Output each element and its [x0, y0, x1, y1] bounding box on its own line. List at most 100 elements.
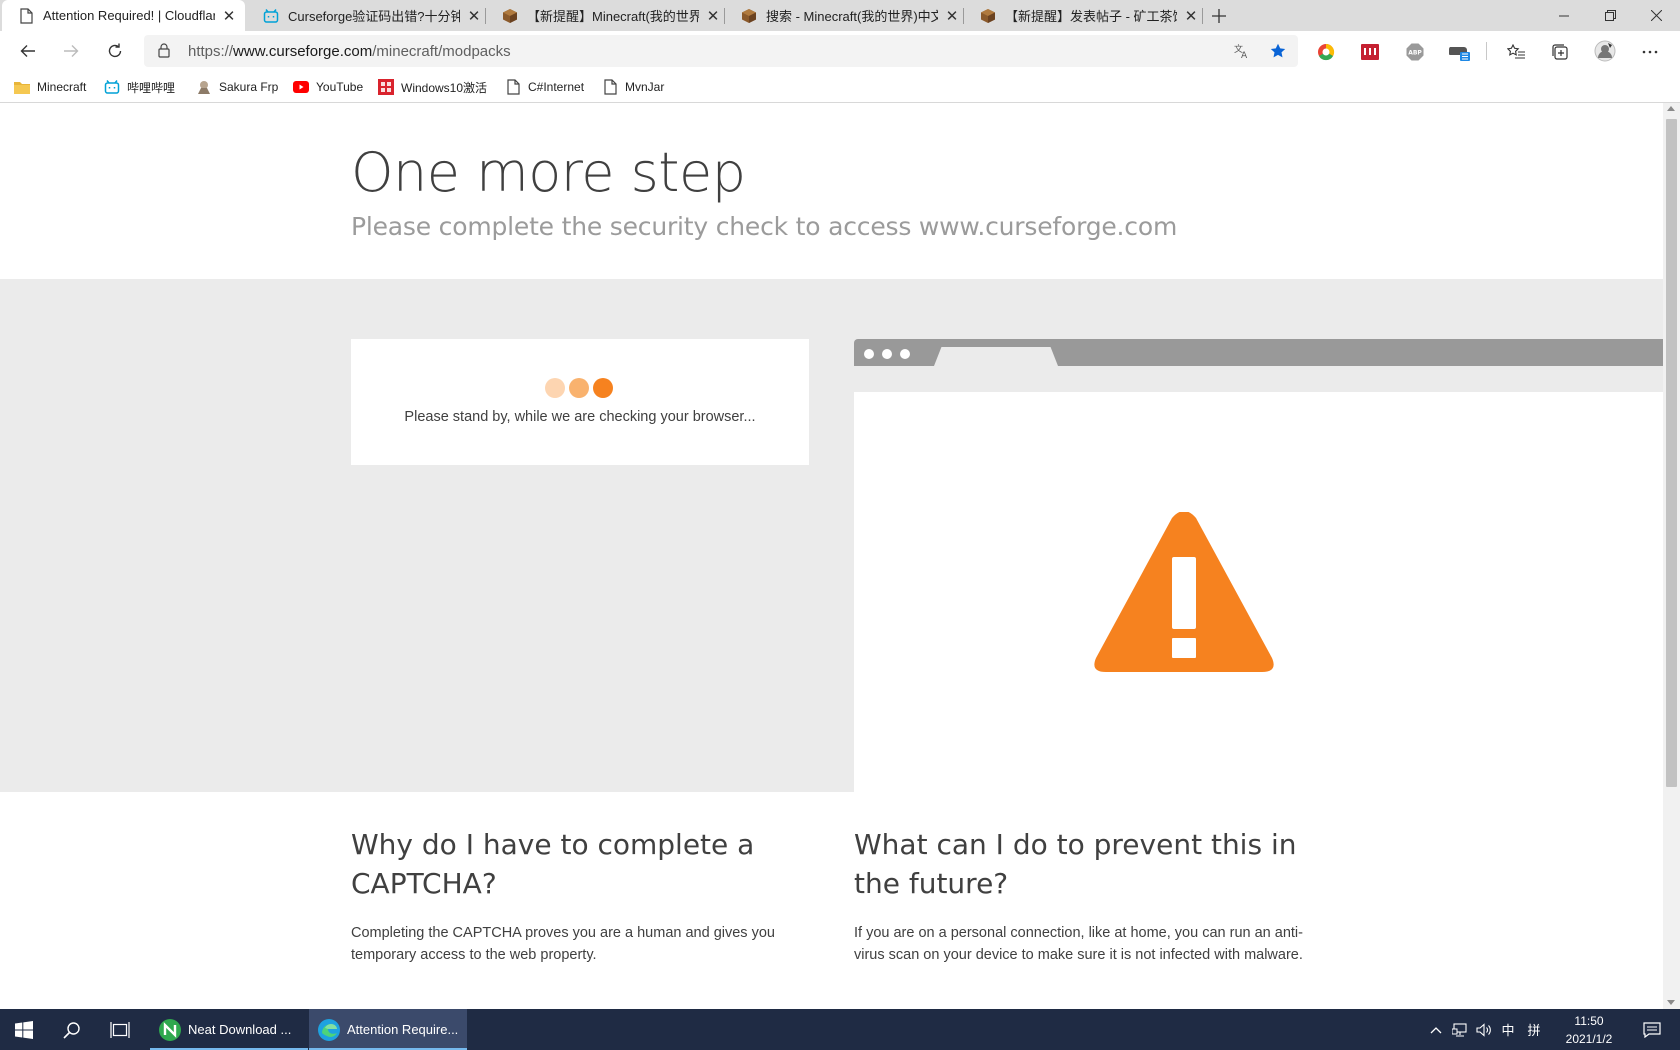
bookmark-minecraft[interactable]: Minecraft: [14, 78, 86, 96]
browser-check-box: Please stand by, while we are checking y…: [351, 339, 809, 465]
tab-title: Attention Required! | Cloudflare: [43, 8, 215, 23]
plus-icon: [1212, 9, 1226, 23]
tab-title: 【新提醒】Minecraft(我的世界)中文: [527, 9, 699, 24]
gamepad-extension-icon[interactable]: [1447, 40, 1471, 64]
chrome-circle-icon[interactable]: [1314, 40, 1338, 64]
ime-mode-label: 拼: [1527, 1023, 1541, 1038]
speaker-icon: [1476, 1022, 1491, 1037]
prevent-heading: What can I do to prevent this in the fut…: [854, 828, 1297, 900]
scroll-up-icon[interactable]: [1667, 106, 1675, 111]
collections-icon[interactable]: [1548, 40, 1572, 64]
windows-logo-icon: [15, 1020, 33, 1039]
avatar[interactable]: [1593, 39, 1617, 63]
back-button[interactable]: [12, 35, 44, 67]
translate-icon[interactable]: 文A: [1232, 41, 1252, 61]
bookmark-csharp-internet[interactable]: C#Internet: [505, 78, 584, 96]
loading-dot: [569, 378, 589, 398]
page-title: One more step: [351, 141, 746, 204]
cloudflare-header: One more step Please complete the securi…: [0, 103, 1663, 279]
favorite-star-icon[interactable]: [1268, 41, 1288, 61]
search-button[interactable]: [48, 1009, 96, 1050]
close-tab-icon[interactable]: ✕: [1183, 8, 1199, 25]
youtube-icon: [293, 79, 309, 95]
lock-icon[interactable]: [158, 43, 170, 63]
minecraft-block-icon: [741, 8, 757, 24]
scroll-down-icon[interactable]: [1667, 1000, 1675, 1005]
close-tab-icon[interactable]: ✕: [944, 8, 960, 25]
favorites-list-icon[interactable]: [1504, 40, 1528, 64]
bookmark-windows10[interactable]: Windows10激活: [378, 78, 487, 96]
arrow-right-icon: [64, 45, 79, 57]
bookmark-bilibili[interactable]: 哔哩哔哩: [104, 78, 175, 96]
illustration-tab: [934, 347, 1058, 366]
red-site-icon: [378, 79, 394, 95]
network-tray-button[interactable]: [1448, 1009, 1472, 1050]
browser-illustration: [854, 339, 1663, 792]
task-view-icon: [110, 1021, 130, 1038]
loading-dots: [545, 378, 613, 398]
task-label: Attention Require...: [347, 1022, 459, 1037]
illustration-dot: [900, 349, 910, 359]
clock-time: 11:50: [1574, 1014, 1604, 1028]
abp-icon[interactable]: ABP: [1403, 40, 1427, 64]
search-icon: [63, 1021, 80, 1039]
restore-button[interactable]: [1587, 0, 1633, 31]
bookmark-mvnjar[interactable]: MvnJar: [602, 78, 664, 96]
refresh-button[interactable]: [99, 35, 131, 67]
close-tab-icon[interactable]: ✕: [705, 8, 721, 25]
minecraft-block-icon: [980, 8, 996, 24]
bookmark-label: C#Internet: [528, 80, 585, 94]
forward-button[interactable]: [55, 35, 87, 67]
illustration-dot: [882, 349, 892, 359]
bilibili-icon: [263, 8, 279, 24]
loading-dot: [593, 378, 613, 398]
minimize-button[interactable]: [1541, 0, 1587, 31]
tab-title: Curseforge验证码出错?十分钟解决: [288, 9, 460, 24]
more-options-icon[interactable]: [1638, 40, 1662, 64]
taskbar-edge[interactable]: Attention Require...: [309, 1009, 467, 1050]
bookmark-label: 哔哩哔哩: [127, 80, 176, 95]
start-button[interactable]: [0, 1009, 48, 1050]
ime-mode-indicator[interactable]: 拼: [1521, 1009, 1547, 1050]
taskbar-neat-download[interactable]: Neat Download ...: [150, 1009, 308, 1050]
scrollbar-thumb[interactable]: [1666, 119, 1677, 787]
bookmark-youtube[interactable]: YouTube: [293, 78, 363, 96]
volume-tray-button[interactable]: [1472, 1009, 1496, 1050]
tab-mcbbs-post[interactable]: 【新提醒】发表帖子 - 矿工茶馆 ✕: [964, 0, 1202, 31]
tab-attention-required[interactable]: Attention Required! | Cloudflare ✕: [2, 0, 245, 31]
taskbar-clock[interactable]: 11:50 2021/1/2: [1556, 1012, 1622, 1048]
why-captcha-text: Completing the CAPTCHA proves you are a …: [351, 925, 775, 963]
close-tab-icon[interactable]: ✕: [466, 8, 482, 25]
why-captcha-heading: Why do I have to complete a CAPTCHA?: [351, 828, 755, 900]
address-bar[interactable]: https://www.curseforge.com/minecraft/mod…: [144, 35, 1298, 67]
bookmarks-bar: Minecraft 哔哩哔哩 Sakura Frp YouTube Window…: [0, 71, 1680, 103]
page-icon: [18, 7, 34, 24]
folder-icon: [14, 79, 30, 95]
arrow-left-icon: [20, 45, 35, 57]
minimize-icon: [1559, 15, 1569, 16]
browser-toolbar: https://www.curseforge.com/minecraft/mod…: [0, 31, 1680, 71]
close-window-button[interactable]: [1633, 0, 1679, 31]
tab-mcbbs-notice[interactable]: 【新提醒】Minecraft(我的世界)中文 ✕: [486, 0, 724, 31]
new-tab-button[interactable]: [1206, 3, 1232, 29]
network-icon: [1452, 1022, 1467, 1037]
illustration-window: [854, 392, 1663, 792]
action-center-button[interactable]: [1632, 1009, 1672, 1050]
red-extension-icon[interactable]: [1358, 40, 1382, 64]
close-tab-icon[interactable]: ✕: [221, 8, 237, 25]
ime-label: 中: [1501, 1023, 1515, 1038]
show-hidden-icons-button[interactable]: [1424, 1009, 1448, 1050]
page-subtitle: Please complete the security check to ac…: [351, 212, 1178, 241]
loading-dot: [545, 378, 565, 398]
tab-curseforge-captcha[interactable]: Curseforge验证码出错?十分钟解决 ✕: [247, 0, 485, 31]
url-text[interactable]: https://www.curseforge.com/minecraft/mod…: [188, 43, 511, 60]
task-view-button[interactable]: [96, 1009, 144, 1050]
neat-download-icon: [158, 1018, 182, 1042]
refresh-icon: [108, 43, 122, 58]
minecraft-block-icon: [502, 8, 518, 24]
page-scrollbar[interactable]: [1663, 103, 1680, 1009]
prevent-section: What can I do to prevent this in the fut…: [854, 825, 1314, 966]
ime-language-indicator[interactable]: 中: [1496, 1009, 1520, 1050]
bookmark-sakura-frp[interactable]: Sakura Frp: [196, 78, 278, 96]
tab-mcbbs-search[interactable]: 搜索 - Minecraft(我的世界)中文论坛 ✕: [725, 0, 963, 31]
